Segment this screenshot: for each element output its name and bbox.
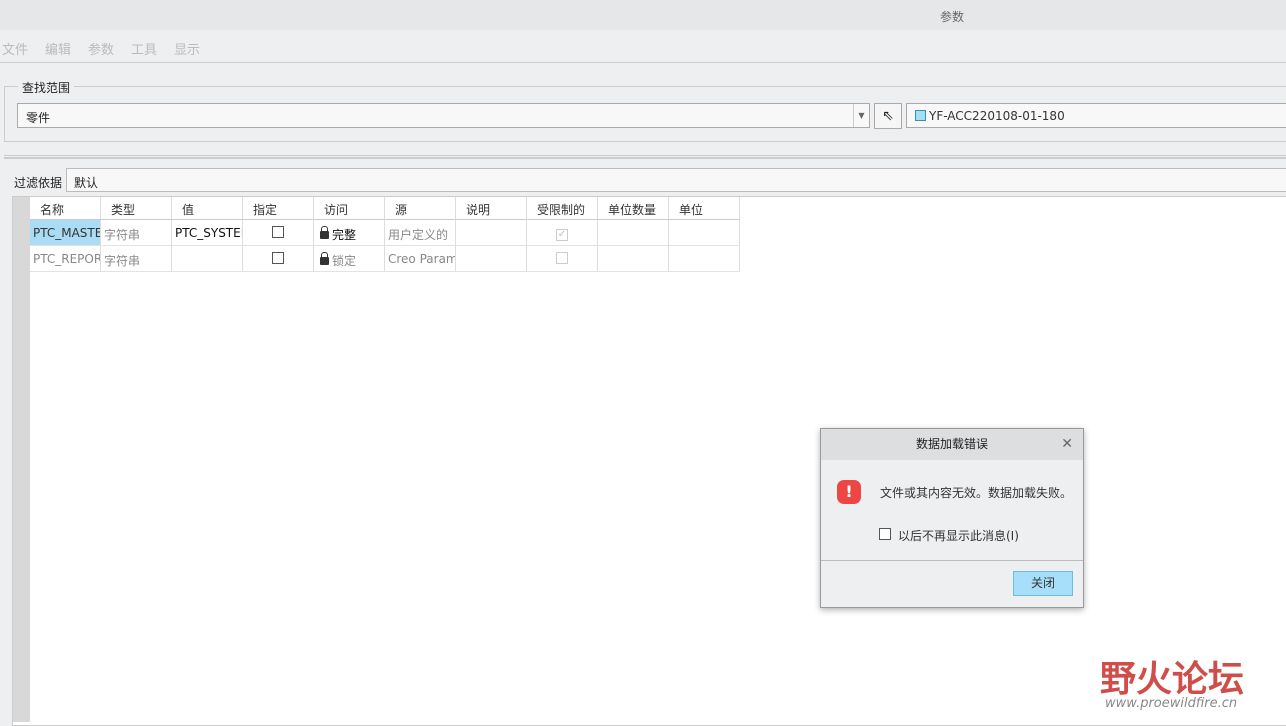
scope-label: 查找范围: [18, 79, 75, 96]
menu-bar: 文件 编辑 参数 工具 显示: [0, 30, 1286, 63]
watermark-logo: 野火论坛: [1100, 659, 1245, 700]
column-header-source[interactable]: 源: [385, 197, 456, 220]
menu-tools[interactable]: 工具: [131, 39, 157, 58]
watermark-url: www.proewildfire.cn: [1105, 696, 1238, 711]
cell-designate[interactable]: [243, 220, 314, 246]
column-header-access[interactable]: 访问: [314, 197, 385, 220]
designate-checkbox[interactable]: [272, 226, 284, 238]
cell-type[interactable]: 字符串: [101, 220, 172, 246]
title-bar: [0, 0, 1286, 30]
divider: [821, 560, 1083, 561]
cell-value[interactable]: PTC_SYSTEM: [172, 220, 243, 246]
column-header-type[interactable]: 类型: [101, 197, 172, 220]
model-name: YF-ACC220108-01-180: [929, 109, 1065, 123]
cursor-icon: ⇖: [882, 108, 894, 124]
column-header-restricted[interactable]: 受限制的: [527, 197, 598, 220]
cell-unit-quantity[interactable]: [598, 220, 669, 246]
select-pointer-button[interactable]: ⇖: [874, 103, 902, 129]
lock-icon: [320, 226, 329, 239]
cell-access[interactable]: 锁定: [314, 246, 385, 272]
cell-name[interactable]: PTC_REPORT: [30, 246, 101, 272]
access-value: 锁定: [332, 254, 357, 268]
cell-unit[interactable]: [669, 246, 740, 272]
restricted-checkbox[interactable]: [556, 252, 568, 264]
menu-edit[interactable]: 编辑: [45, 39, 71, 58]
cell-type[interactable]: 字符串: [101, 246, 172, 272]
column-header-value[interactable]: 值: [172, 197, 243, 220]
cell-unit-quantity[interactable]: [598, 246, 669, 272]
menu-display[interactable]: 显示: [174, 39, 200, 58]
window-title: 参数: [940, 10, 965, 24]
cell-value[interactable]: [172, 246, 243, 272]
column-header-unit[interactable]: 单位: [669, 197, 740, 220]
restricted-checkbox[interactable]: ✓: [556, 229, 568, 241]
menu-parameters[interactable]: 参数: [88, 39, 114, 58]
close-button[interactable]: 关闭: [1013, 571, 1073, 596]
cell-name[interactable]: PTC_MASTER: [30, 220, 101, 246]
column-header-name[interactable]: 名称: [30, 197, 101, 220]
cell-unit[interactable]: [669, 220, 740, 246]
dont-show-checkbox[interactable]: [879, 528, 891, 540]
scope-select[interactable]: 零件: [17, 103, 870, 128]
part-icon: [915, 110, 926, 121]
error-icon: !: [837, 480, 861, 504]
close-icon[interactable]: ✕: [1061, 436, 1073, 452]
lock-icon: [320, 252, 329, 265]
menu-file[interactable]: 文件: [2, 39, 28, 58]
cell-source[interactable]: Creo Parametric: [385, 246, 456, 272]
error-dialog: 数据加载错误 ✕ ! 文件或其内容无效。数据加载失败。 以后不再显示此消息(I)…: [820, 428, 1084, 608]
model-field[interactable]: YF-ACC220108-01-180: [906, 103, 1286, 128]
cell-description[interactable]: [456, 220, 527, 246]
cell-access[interactable]: 完整: [314, 220, 385, 246]
column-header-description[interactable]: 说明: [456, 197, 527, 220]
filter-select[interactable]: 默认: [66, 168, 1286, 192]
row-header: [13, 197, 30, 722]
column-header-designate[interactable]: 指定: [243, 197, 314, 220]
parameter-table: [12, 196, 1286, 726]
column-header-unit-quantity[interactable]: 单位数量: [598, 197, 669, 220]
dialog-title: 数据加载错误: [821, 429, 1083, 460]
divider: [4, 155, 1286, 159]
access-value: 完整: [332, 228, 357, 242]
chevron-down-icon[interactable]: ▼: [853, 104, 869, 127]
dont-show-label[interactable]: 以后不再显示此消息(I): [898, 527, 1019, 544]
cell-designate[interactable]: [243, 246, 314, 272]
cell-restricted[interactable]: ✓: [527, 220, 598, 246]
designate-checkbox[interactable]: [272, 252, 284, 264]
dialog-message: 文件或其内容无效。数据加载失败。: [880, 486, 1073, 500]
cell-restricted[interactable]: [527, 246, 598, 272]
filter-label: 过滤依据: [14, 176, 63, 190]
cell-source[interactable]: 用户定义的: [385, 220, 456, 246]
cell-description[interactable]: [456, 246, 527, 272]
